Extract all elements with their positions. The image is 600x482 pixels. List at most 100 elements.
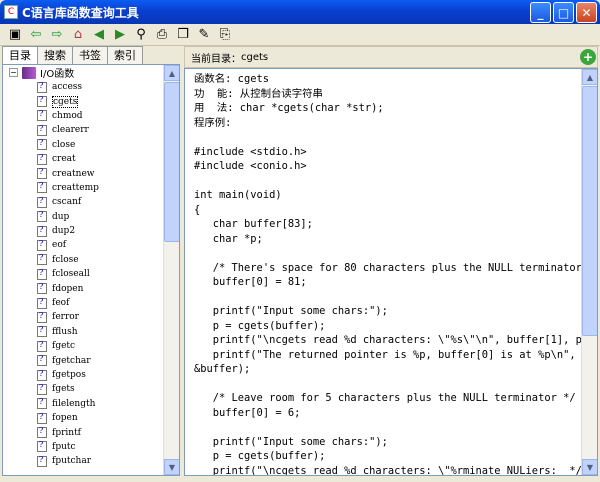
tree-item[interactable]: eof bbox=[3, 238, 179, 252]
plus-icon[interactable]: + bbox=[580, 49, 596, 65]
export-icon[interactable]: ⎘ bbox=[216, 26, 234, 44]
window-icon[interactable]: ▣ bbox=[6, 26, 24, 44]
maximize-button[interactable]: □ bbox=[553, 2, 574, 23]
tab-contents[interactable]: 目录 bbox=[2, 46, 38, 64]
tree-scroll-thumb[interactable] bbox=[164, 82, 179, 242]
scroll-down-arrow-icon[interactable]: ▼ bbox=[582, 459, 597, 475]
content-line: p = cgets(buffer); bbox=[194, 450, 326, 462]
topic-tree: − I/O函数 access cgets chmod clearerr close cre… bbox=[2, 64, 180, 476]
help-page-icon bbox=[37, 268, 47, 280]
help-page-icon bbox=[37, 311, 47, 323]
home-icon[interactable]: ⌂ bbox=[69, 26, 87, 44]
tab-bookmarks[interactable]: 书签 bbox=[72, 46, 108, 64]
tree-root-label: I/O函数 bbox=[40, 69, 75, 80]
tree-items: access cgets chmod clearerr close creat creatn… bbox=[3, 80, 179, 469]
help-page-icon bbox=[37, 124, 47, 136]
tree-item[interactable]: cscanf bbox=[3, 195, 179, 209]
help-page-icon bbox=[37, 383, 47, 395]
content-line: char *p; bbox=[194, 232, 263, 245]
tree-item[interactable]: fdopen bbox=[3, 281, 179, 295]
tree-item[interactable]: feof bbox=[3, 296, 179, 310]
content-line bbox=[194, 377, 597, 392]
back-arrow-icon[interactable]: ⇦ bbox=[27, 26, 45, 44]
tree-item-label: access bbox=[52, 82, 83, 93]
tree-item-label: ferror bbox=[52, 312, 79, 323]
tree-item[interactable]: fflush bbox=[3, 325, 179, 339]
tree-item[interactable]: filelength bbox=[3, 397, 179, 411]
tree-root[interactable]: − I/O函数 bbox=[3, 65, 179, 80]
tree-item[interactable]: fclose bbox=[3, 253, 179, 267]
tree-item-label: dup2 bbox=[52, 226, 76, 237]
help-page-icon bbox=[37, 81, 47, 93]
tree-item[interactable]: dup bbox=[3, 210, 179, 224]
tree-scrollbar[interactable]: ▲ ▼ bbox=[163, 65, 179, 475]
code-text: 函数名: cgets 功 能: 从控制台读字符串用 法: char *cgets(… bbox=[185, 69, 598, 476]
content-line: #include <conio.h> bbox=[194, 160, 307, 172]
content-line: /* Leave room for 5 characters plus the … bbox=[194, 392, 576, 404]
tree-item[interactable]: fgets bbox=[3, 382, 179, 396]
tree-item[interactable]: fgetc bbox=[3, 339, 179, 353]
content-line bbox=[194, 420, 597, 435]
content-scrollbar[interactable]: ▲ ▼ bbox=[581, 69, 597, 475]
content-line: /* There's space for 80 characters plus … bbox=[194, 261, 598, 274]
tree-item[interactable]: ferror bbox=[3, 310, 179, 324]
scroll-up-arrow-icon[interactable]: ▲ bbox=[164, 65, 179, 81]
close-button[interactable]: ✕ bbox=[576, 2, 597, 23]
tree-item[interactable]: fprintf bbox=[3, 425, 179, 439]
title-bar: C C语言库函数查询工具 _ □ ✕ bbox=[0, 0, 600, 24]
tree-item[interactable]: fopen bbox=[3, 411, 179, 425]
tab-index[interactable]: 索引 bbox=[107, 46, 143, 64]
tree-item[interactable]: cgets bbox=[3, 94, 179, 108]
tree-item[interactable]: fputc bbox=[3, 440, 179, 454]
help-page-icon bbox=[37, 196, 47, 208]
scroll-up-arrow-icon[interactable]: ▲ bbox=[582, 69, 597, 85]
tree-item[interactable]: creatnew bbox=[3, 166, 179, 180]
open-icon[interactable]: ❐ bbox=[174, 26, 192, 44]
tree-item-label: close bbox=[52, 139, 76, 150]
tree-item[interactable]: fcloseall bbox=[3, 267, 179, 281]
minimize-button[interactable]: _ bbox=[530, 2, 551, 23]
tree-item-label: chmod bbox=[52, 110, 83, 121]
collapse-icon[interactable]: − bbox=[9, 68, 18, 77]
tree-item[interactable]: clearerr bbox=[3, 123, 179, 137]
content-line: printf("\ncgets read %d characters: \"%s… bbox=[194, 334, 595, 346]
tree-item[interactable]: dup2 bbox=[3, 224, 179, 238]
content-line: printf("\ncgets read %d characters: \"%r… bbox=[194, 464, 582, 476]
path-value: cgets bbox=[241, 51, 269, 63]
tree-item[interactable]: access bbox=[3, 80, 179, 94]
tree-item-label: fprintf bbox=[52, 427, 82, 438]
print-icon[interactable]: ⎙ bbox=[153, 26, 171, 44]
content-line bbox=[194, 290, 597, 305]
find-icon[interactable]: ⚲ bbox=[132, 26, 150, 44]
tree-item[interactable]: creat bbox=[3, 152, 179, 166]
toolbar: ▣ ⇦ ⇨ ⌂ ◀ ▶ ⚲ ⎙ ❐ ✎ ⎘ bbox=[0, 24, 600, 46]
tree-item[interactable]: creattemp bbox=[3, 181, 179, 195]
tree-item-label: fclose bbox=[52, 254, 79, 265]
tree-item[interactable]: chmod bbox=[3, 109, 179, 123]
content-line: int main(void) bbox=[194, 189, 282, 201]
help-page-icon bbox=[37, 369, 47, 381]
content-panel: 当前目录： cgets + 函数名: cgets 功 能: 从控制台读字符串用 法… bbox=[184, 46, 598, 476]
scroll-down-arrow-icon[interactable]: ▼ bbox=[164, 459, 179, 475]
tab-search[interactable]: 搜索 bbox=[37, 46, 73, 64]
forward-arrow-icon[interactable]: ⇨ bbox=[48, 26, 66, 44]
tree-item[interactable]: close bbox=[3, 138, 179, 152]
content-line: #include <stdio.h> bbox=[194, 145, 307, 158]
help-page-icon bbox=[37, 397, 47, 410]
content-scroll-thumb[interactable] bbox=[582, 86, 597, 336]
tree-item[interactable]: fgetchar bbox=[3, 353, 179, 367]
path-label: 当前目录： bbox=[191, 53, 241, 65]
help-page-icon bbox=[37, 153, 47, 165]
go-back-icon[interactable]: ◀ bbox=[90, 26, 108, 44]
tree-item-label: fdopen bbox=[52, 283, 84, 294]
tree-item[interactable]: fputchar bbox=[3, 454, 179, 468]
go-forward-icon[interactable]: ▶ bbox=[111, 26, 129, 44]
window-title: C语言库函数查询工具 bbox=[22, 5, 139, 20]
help-page-icon bbox=[37, 239, 47, 251]
options-icon[interactable]: ✎ bbox=[195, 26, 213, 44]
tree-item-label: feof bbox=[52, 298, 70, 309]
help-page-icon bbox=[37, 325, 47, 338]
tree-item-label: fopen bbox=[52, 413, 78, 424]
nav-tabs: 目录 搜索 书签 索引 bbox=[2, 46, 180, 64]
tree-item[interactable]: fgetpos bbox=[3, 368, 179, 382]
